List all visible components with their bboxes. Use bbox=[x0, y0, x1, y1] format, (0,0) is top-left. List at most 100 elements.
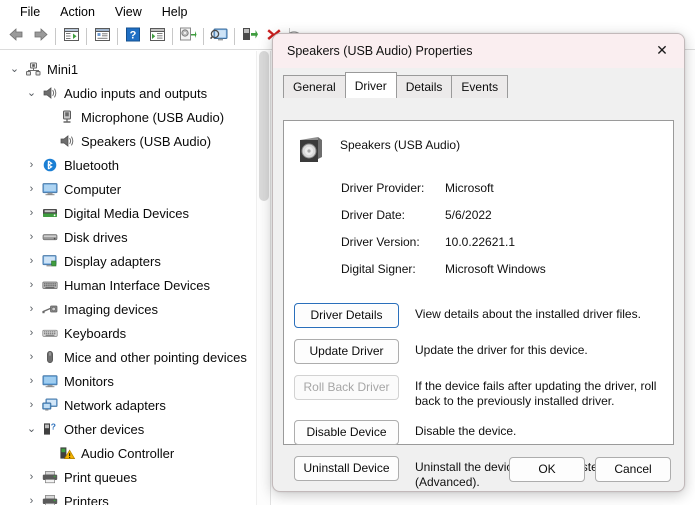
tree-item-label: Audio inputs and outputs bbox=[64, 85, 208, 101]
monitor-icon bbox=[40, 180, 60, 198]
display-resources-button[interactable] bbox=[207, 26, 231, 48]
toolbar-separator bbox=[234, 28, 235, 45]
show-hide-action-pane-icon bbox=[149, 27, 166, 47]
tree-row-imaging-devices[interactable]: › Imaging devices bbox=[0, 297, 256, 321]
tree-row-computer[interactable]: › Computer bbox=[0, 177, 256, 201]
properties-button[interactable] bbox=[90, 26, 114, 48]
tree-twisty-expanded[interactable]: ⌄ bbox=[23, 423, 40, 435]
update-driver-button[interactable] bbox=[238, 26, 262, 48]
media-device-icon bbox=[40, 204, 60, 222]
tree-twisty-collapsed[interactable]: › bbox=[23, 183, 40, 195]
tab-general[interactable]: General bbox=[283, 75, 346, 98]
back-button[interactable] bbox=[4, 26, 28, 48]
device-name: Speakers (USB Audio) bbox=[340, 138, 461, 152]
tree-twisty-collapsed[interactable]: › bbox=[23, 351, 40, 363]
forward-icon bbox=[32, 27, 49, 47]
ok-button[interactable]: OK bbox=[509, 456, 585, 482]
tree-row-bluetooth[interactable]: › Bluetooth bbox=[0, 153, 256, 177]
tree-twisty-collapsed[interactable]: › bbox=[23, 375, 40, 387]
tree-twisty-collapsed[interactable]: › bbox=[23, 327, 40, 339]
properties-icon bbox=[94, 27, 111, 47]
tree-row-other-devices[interactable]: ⌄ ? Other devices bbox=[0, 417, 256, 441]
info-value-driver-version: 10.0.22621.1 bbox=[445, 235, 516, 249]
update-driver-row: Update Driver Update the driver for this… bbox=[294, 339, 673, 364]
tree-root-label: Mini1 bbox=[47, 61, 79, 77]
tree-row-monitors[interactable]: › Monitors bbox=[0, 369, 256, 393]
speaker-icon bbox=[57, 132, 77, 150]
driver-details-button[interactable]: Driver Details bbox=[294, 303, 399, 328]
dialog-title: Speakers (USB Audio) Properties bbox=[287, 44, 473, 58]
tree-twisty-collapsed[interactable]: › bbox=[23, 231, 40, 243]
tree-item-label: Printers bbox=[64, 493, 109, 505]
disable-device-description: Disable the device. bbox=[415, 424, 517, 438]
tree-twisty-collapsed[interactable]: › bbox=[23, 207, 40, 219]
menu-item-file[interactable]: File bbox=[10, 3, 50, 22]
menu-item-action[interactable]: Action bbox=[50, 3, 105, 22]
show-hide-console-tree-icon bbox=[63, 27, 80, 47]
tree-twisty-collapsed[interactable]: › bbox=[23, 471, 40, 483]
bluetooth-icon bbox=[40, 156, 60, 174]
scan-for-hardware-changes-button[interactable] bbox=[176, 26, 200, 48]
cancel-button[interactable]: Cancel bbox=[595, 456, 671, 482]
tree-row-display-adapters[interactable]: › Display adapters bbox=[0, 249, 256, 273]
disable-device-row: Disable Device Disable the device. bbox=[294, 420, 673, 445]
forward-button[interactable] bbox=[28, 26, 52, 48]
tree-twisty-collapsed[interactable]: › bbox=[23, 279, 40, 291]
info-label-driver-date: Driver Date: bbox=[341, 208, 406, 222]
svg-text:?: ? bbox=[130, 29, 137, 41]
tree-row-disk-drives[interactable]: › Disk drives bbox=[0, 225, 256, 249]
panel-divider[interactable] bbox=[270, 51, 271, 505]
tree-vertical-scrollbar[interactable] bbox=[256, 51, 271, 505]
disable-device-button[interactable]: Disable Device bbox=[294, 420, 399, 445]
info-label-driver-version: Driver Version: bbox=[341, 235, 420, 249]
tree-twisty-collapsed[interactable]: › bbox=[23, 255, 40, 267]
hid-icon bbox=[40, 276, 60, 294]
tab-events[interactable]: Events bbox=[451, 75, 509, 98]
tree-twisty-collapsed[interactable]: › bbox=[23, 399, 40, 411]
roll-back-driver-description: If the device fails after updating the d… bbox=[415, 379, 657, 408]
show-hide-action-pane-button[interactable] bbox=[145, 26, 169, 48]
roll-back-driver-row: Roll Back Driver If the device fails aft… bbox=[294, 375, 673, 409]
tree-row-audio-inputs-and-outputs[interactable]: ⌄ Audio inputs and outputs bbox=[0, 81, 256, 105]
tree-row-human-interface-devices[interactable]: › Human Interface Devices bbox=[0, 273, 256, 297]
update-driver-description: Update the driver for this device. bbox=[415, 343, 588, 357]
tree-twisty-collapsed[interactable]: › bbox=[23, 495, 40, 505]
tree-scrollbar-thumb[interactable] bbox=[259, 51, 269, 201]
roll-back-driver-button: Roll Back Driver bbox=[294, 375, 399, 400]
tree-row-mice-and-other-pointing-devices[interactable]: › Mice and other pointing devices bbox=[0, 345, 256, 369]
tree-item-label: Digital Media Devices bbox=[64, 205, 189, 221]
tree-row-root[interactable]: ⌄ Mini1 bbox=[0, 57, 256, 81]
tree-row-keyboards[interactable]: › Keyboards bbox=[0, 321, 256, 345]
tree-twisty-collapsed[interactable]: › bbox=[23, 159, 40, 171]
close-icon[interactable]: ✕ bbox=[640, 34, 684, 67]
tab-driver[interactable]: Driver bbox=[344, 72, 397, 98]
menu-item-view[interactable]: View bbox=[105, 3, 152, 22]
show-hide-console-tree-button[interactable] bbox=[59, 26, 83, 48]
tree-twisty-expanded[interactable]: ⌄ bbox=[23, 87, 40, 99]
dialog-title-bar[interactable]: Speakers (USB Audio) Properties ✕ bbox=[273, 34, 684, 68]
tree-row-digital-media-devices[interactable]: › Digital Media Devices bbox=[0, 201, 256, 225]
info-value-digital-signer: Microsoft Windows bbox=[445, 262, 546, 276]
disk-drive-icon bbox=[40, 228, 60, 246]
display-resources-icon bbox=[210, 27, 228, 47]
speaker-device-icon bbox=[294, 133, 326, 165]
keyboard-icon bbox=[40, 324, 60, 342]
tree-twisty-expanded[interactable]: ⌄ bbox=[6, 63, 23, 75]
tree-item-label: Network adapters bbox=[64, 397, 166, 413]
menu-item-help[interactable]: Help bbox=[152, 3, 198, 22]
tree-twisty-collapsed[interactable]: › bbox=[23, 303, 40, 315]
tree-row-printers[interactable]: › Printers bbox=[0, 489, 256, 505]
tree-item-label: Display adapters bbox=[64, 253, 161, 269]
tree-row-audio-controller[interactable]: Audio Controller bbox=[0, 441, 256, 465]
tab-details[interactable]: Details bbox=[395, 75, 453, 98]
tree-row-speakers-usb-audio[interactable]: Speakers (USB Audio) bbox=[0, 129, 256, 153]
monitor-icon bbox=[40, 372, 60, 390]
help-button[interactable]: ? bbox=[121, 26, 145, 48]
tree-row-network-adapters[interactable]: › Network adapters bbox=[0, 393, 256, 417]
speaker-icon bbox=[40, 84, 60, 102]
unknown-device-icon: ? bbox=[40, 420, 60, 438]
tree-row-print-queues[interactable]: › Print queues bbox=[0, 465, 256, 489]
toolbar-separator bbox=[86, 28, 87, 45]
tree-row-microphone-usb-audio[interactable]: Microphone (USB Audio) bbox=[0, 105, 256, 129]
update-driver-button[interactable]: Update Driver bbox=[294, 339, 399, 364]
